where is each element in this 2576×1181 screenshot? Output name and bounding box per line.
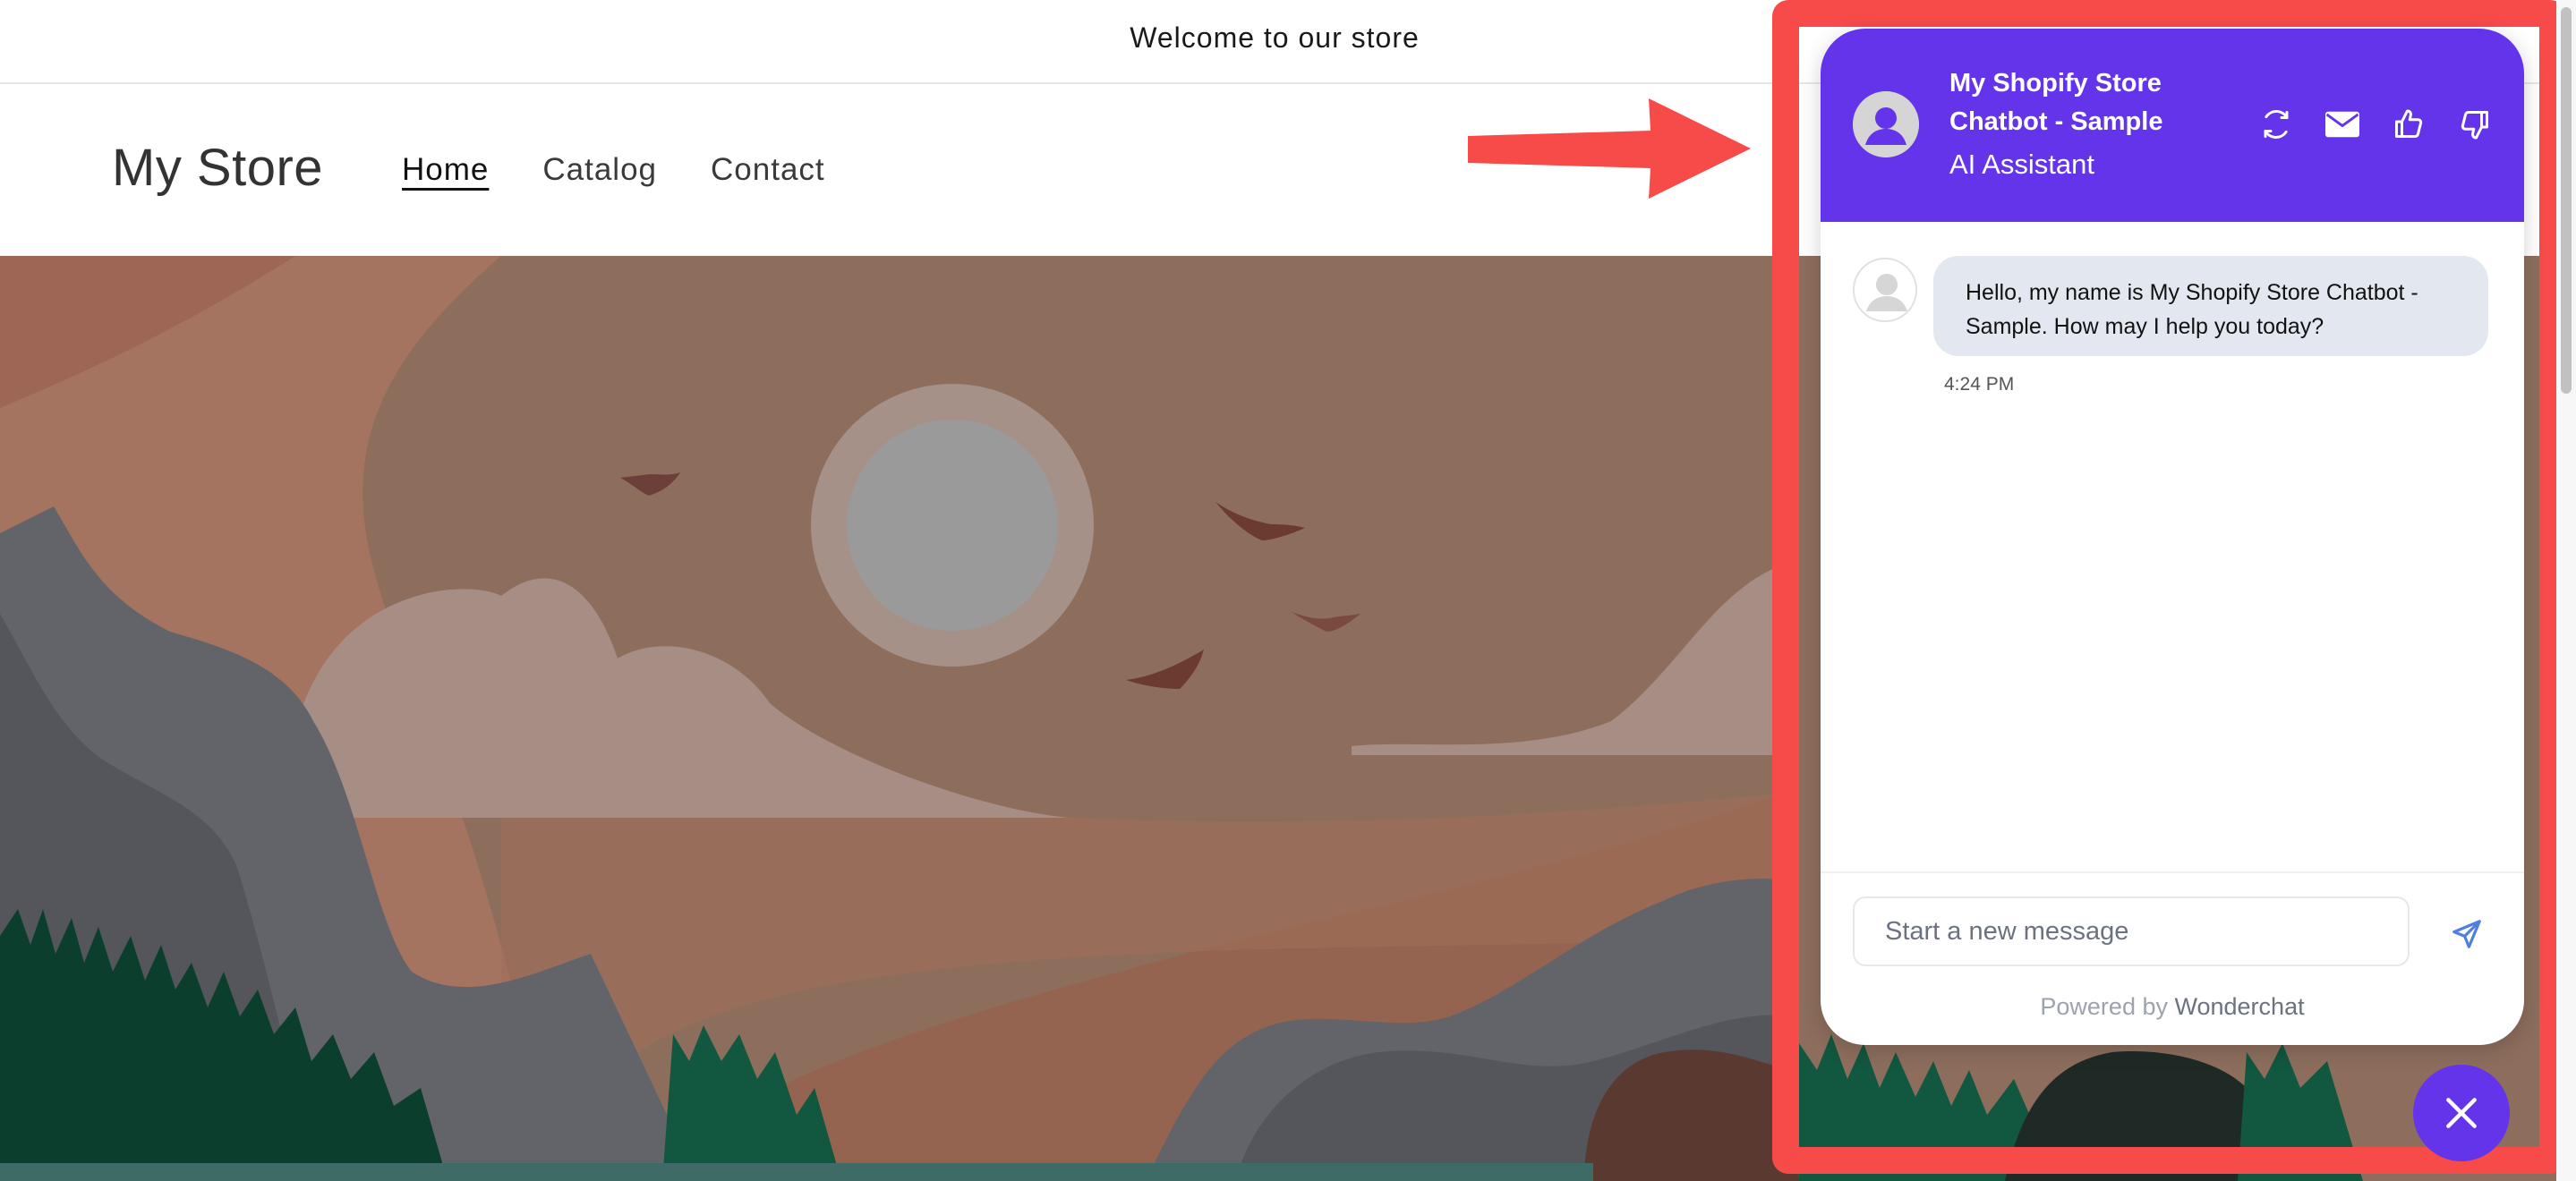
chatbot-subtitle: AI Assistant (1949, 149, 2094, 180)
page-scrollbar[interactable] (2556, 0, 2576, 1181)
close-icon (2446, 1098, 2477, 1128)
bot-avatar (1853, 91, 1919, 157)
nav-link-catalog[interactable]: Catalog (542, 152, 657, 188)
chat-header: My Shopify Store Chatbot - Sample AI Ass… (1821, 29, 2524, 222)
email-icon[interactable] (2325, 107, 2359, 141)
chat-widget: My Shopify Store Chatbot - Sample AI Ass… (1821, 29, 2524, 1045)
nav-link-contact[interactable]: Contact (711, 152, 825, 188)
send-button[interactable] (2447, 914, 2486, 954)
composer-divider (1821, 871, 2524, 873)
powered-by-brand[interactable]: Wonderchat (2175, 993, 2305, 1020)
message-input[interactable] (1853, 896, 2410, 966)
message-avatar (1853, 258, 1917, 322)
chat-header-actions (2259, 107, 2492, 141)
scrollbar-thumb[interactable] (2561, 7, 2572, 394)
close-chat-button[interactable] (2413, 1065, 2510, 1161)
thumbs-down-icon[interactable] (2458, 107, 2492, 141)
thumbs-up-icon[interactable] (2392, 107, 2426, 141)
refresh-icon[interactable] (2259, 107, 2293, 141)
powered-by-prefix: Powered by (2040, 993, 2168, 1020)
store-logo[interactable]: My Store (112, 138, 323, 198)
chatbot-title: My Shopify Store Chatbot - Sample (1949, 69, 2163, 136)
callout-arrow-icon (1468, 98, 1751, 199)
send-icon (2452, 920, 2481, 948)
user-avatar-icon (1853, 91, 1919, 157)
user-avatar-icon (1855, 259, 1915, 320)
main-nav: Home Catalog Contact (402, 152, 825, 188)
bot-message-bubble: Hello, my name is My Shopify Store Chatb… (1933, 256, 2488, 356)
nav-link-home[interactable]: Home (402, 152, 489, 188)
powered-by: Powered by Wonderchat (1821, 993, 2524, 1021)
message-timestamp: 4:24 PM (1944, 374, 2015, 395)
